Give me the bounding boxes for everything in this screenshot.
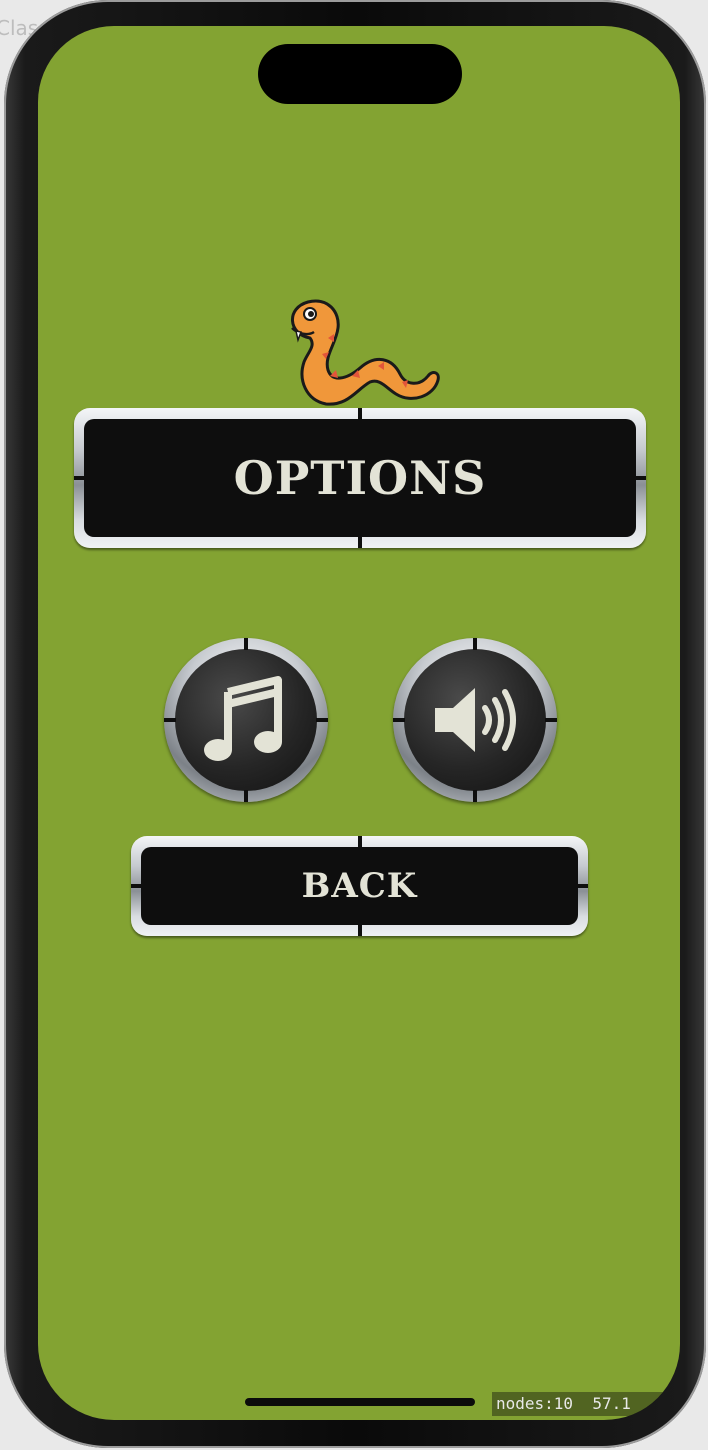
options-title-banner: OPTIONS bbox=[74, 408, 646, 548]
music-note-icon bbox=[204, 676, 282, 761]
snake-mascot-icon bbox=[291, 299, 440, 406]
node-count: nodes:10 bbox=[496, 1394, 574, 1413]
fps-readout: 57.1 bbox=[592, 1394, 631, 1413]
options-title: OPTIONS bbox=[233, 451, 487, 505]
game-screen: OPTIONS BACK nodes:10 57.1 bbox=[38, 26, 680, 1420]
back-button-label: BACK bbox=[301, 866, 418, 906]
home-indicator[interactable] bbox=[245, 1398, 475, 1406]
debug-stats: nodes:10 57.1 bbox=[492, 1392, 680, 1416]
music-toggle-button[interactable] bbox=[164, 638, 328, 802]
speaker-icon bbox=[435, 688, 516, 752]
sound-toggle-button[interactable] bbox=[393, 638, 557, 802]
device-frame: OPTIONS BACK nodes:10 57.1 bbox=[4, 0, 706, 1448]
back-button[interactable]: BACK bbox=[131, 836, 588, 936]
dynamic-island bbox=[258, 44, 462, 104]
